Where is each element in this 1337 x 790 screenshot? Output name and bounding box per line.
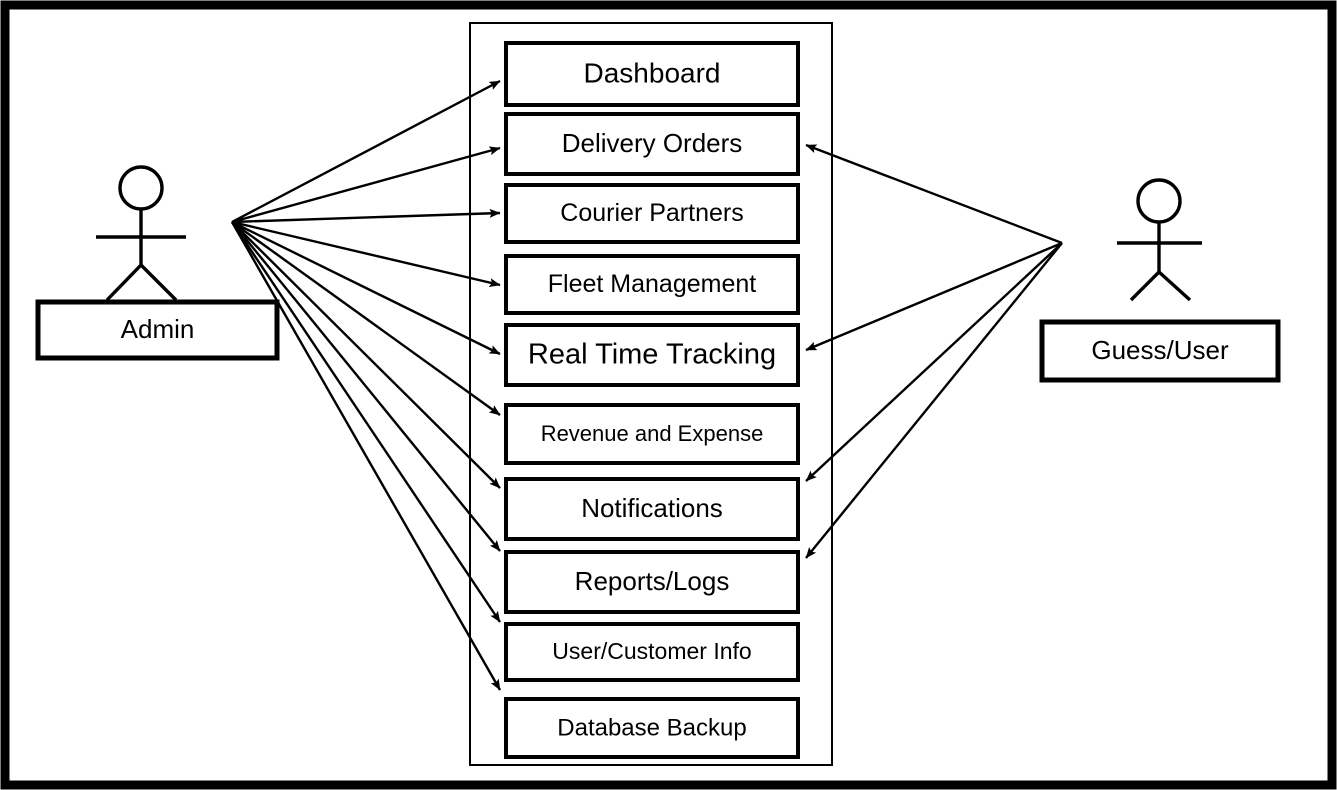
association-guess-user-to-delivery-orders [805,143,1063,245]
actor-stick-figure-icon [1117,178,1202,302]
use-case-label: User/Customer Info [552,638,751,664]
actor-stick-figure-icon [96,165,186,302]
use-case-label: Courier Partners [560,199,743,227]
use-case-label: Reports/Logs [575,566,730,596]
association-admin-to-user-customer-info [231,221,501,623]
association-admin-to-delivery-orders [231,146,501,224]
use-case-delivery-orders[interactable]: Delivery Orders [504,112,800,176]
association-admin-to-database-backup [230,221,502,691]
actor-guess-user[interactable]: Guess/User [1039,178,1281,383]
association-guess-user-to-reports-logs [805,242,1063,559]
use-case-notifications[interactable]: Notifications [504,477,800,541]
use-case-label: Database Backup [557,714,746,741]
actor-name: Admin [121,314,195,344]
association-admin-to-fleet-management [231,220,501,287]
association-admin-to-courier-partners [231,208,501,224]
actor-name: Guess/User [1091,335,1229,365]
actor-admin[interactable]: Admin [35,165,280,361]
use-case-user-customer-info[interactable]: User/Customer Info [504,622,800,682]
use-case-courier-partners[interactable]: Courier Partners [504,183,800,244]
use-case-diagram: Dashboard Delivery Orders Courier Partners… [0,0,1337,790]
association-guess-user-to-real-time-tracking [805,241,1063,352]
use-case-dashboard[interactable]: Dashboard [504,41,800,107]
use-case-boxes: Dashboard Delivery Orders Courier Partners… [504,41,800,759]
use-case-reports-logs[interactable]: Reports/Logs [504,550,800,614]
use-case-revenue-expense[interactable]: Revenue and Expense [504,403,800,465]
use-case-fleet-management[interactable]: Fleet Management [504,254,800,315]
diagram-canvas: Dashboard Delivery Orders Courier Partners… [0,0,1337,790]
use-case-label: Notifications [581,493,723,523]
use-case-label: Real Time Tracking [528,339,776,371]
association-guess-user-to-notifications [805,242,1063,482]
association-admin-to-dashboard [231,79,501,224]
use-case-label: Delivery Orders [562,128,743,158]
use-case-label: Revenue and Expense [541,421,764,446]
use-case-database-backup[interactable]: Database Backup [504,697,800,759]
use-case-label: Dashboard [584,57,721,88]
use-case-label: Fleet Management [548,270,757,298]
use-case-real-time-tracking[interactable]: Real Time Tracking [504,323,800,387]
